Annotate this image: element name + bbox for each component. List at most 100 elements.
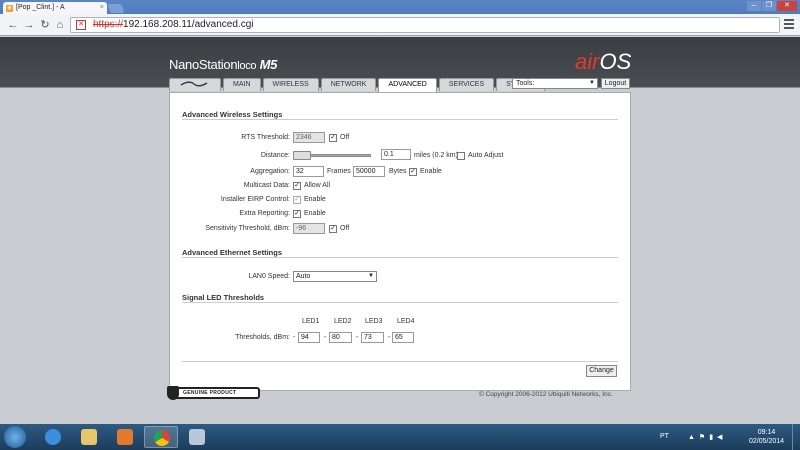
eirp-label: Installer EIRP Control:: [220, 196, 290, 203]
divider: [182, 257, 618, 258]
rts-input[interactable]: 2346: [293, 132, 325, 143]
language-indicator[interactable]: PT: [660, 433, 669, 440]
led2-header: LED2: [334, 318, 352, 325]
window-controls: – ❐ ✕: [747, 1, 797, 11]
tab-close-icon[interactable]: ×: [100, 4, 104, 11]
advanced-panel: Advanced Wireless Settings RTS Threshold…: [169, 92, 631, 391]
tab-title: [Pop _Clint.] - A: [16, 4, 65, 11]
chevron-down-icon: ▼: [368, 273, 374, 279]
divider: [182, 361, 618, 362]
eirp-checkbox[interactable]: ✓: [293, 196, 301, 204]
new-tab-button[interactable]: [107, 4, 125, 13]
chrome-icon[interactable]: [144, 426, 178, 448]
rss-icon: ◉: [6, 5, 13, 12]
menu-icon[interactable]: [784, 19, 794, 29]
led2-threshold-input[interactable]: 80: [329, 332, 352, 343]
ie-icon[interactable]: [36, 426, 70, 448]
change-button[interactable]: Change: [586, 365, 617, 377]
home-icon[interactable]: ⌂: [53, 18, 67, 32]
thresholds-label: Thresholds, dBm:: [235, 334, 290, 341]
address-path: 192.168.208.11/advanced.cgi: [123, 19, 254, 30]
multicast-value-label: Allow All: [304, 182, 331, 189]
extra-reporting-value-label: Enable: [304, 210, 326, 217]
led-section-title: Signal LED Thresholds: [182, 293, 265, 302]
paint-icon[interactable]: [180, 426, 214, 448]
aggregation-enable-checkbox[interactable]: ✓: [409, 168, 417, 176]
tray-icons[interactable]: ▲⚑▮◀: [688, 433, 726, 441]
distance-label: Distance:: [260, 152, 290, 159]
genuine-product-badge: GENUINE PRODUCT: [167, 386, 260, 400]
bytes-label: Bytes: [389, 168, 407, 175]
auto-adjust-label: Auto Adjust: [468, 152, 504, 159]
chevron-down-icon: ▼: [589, 80, 595, 86]
tab-advanced[interactable]: ADVANCED: [378, 78, 437, 92]
windows-taskbar: PT ▲⚑▮◀ 09:14 02/05/2014: [0, 424, 800, 450]
led4-threshold-input[interactable]: 65: [392, 332, 414, 343]
extra-reporting-label: Extra Reporting:: [239, 210, 290, 217]
extra-reporting-checkbox[interactable]: ✓: [293, 210, 301, 218]
auto-adjust-checkbox[interactable]: [457, 152, 465, 160]
led3-header: LED3: [365, 318, 383, 325]
tab-wireless[interactable]: WIRELESS: [262, 78, 319, 91]
led4-header: LED4: [397, 318, 415, 325]
start-button[interactable]: [4, 426, 26, 448]
frames-label: Frames: [327, 168, 351, 175]
address-scheme: https://: [93, 19, 124, 30]
tools-select[interactable]: Tools: ▼: [512, 78, 598, 89]
aggregation-label: Aggregation:: [250, 168, 290, 175]
sensitivity-off-checkbox[interactable]: ✓: [329, 225, 337, 233]
browser-tab[interactable]: ◉ [Pop _Clint.] - A ×: [3, 2, 107, 14]
device-brand: NanoStationloco M5: [169, 57, 278, 72]
logout-button[interactable]: Logout: [601, 78, 630, 89]
close-window-button[interactable]: ✕: [777, 1, 797, 11]
lan0-label: LAN0 Speed:: [248, 273, 290, 280]
multicast-checkbox[interactable]: ✓: [293, 182, 301, 190]
rts-off-checkbox[interactable]: ✓: [329, 134, 337, 142]
aggregation-enable-label: Enable: [420, 168, 442, 175]
rts-off-label: Off: [340, 134, 350, 141]
distance-unit: miles (0.2 km): [414, 152, 458, 159]
sensitivity-input[interactable]: -96: [293, 223, 325, 234]
copyright-text: © Copyright 2006-2012 Ubiquiti Networks,…: [479, 391, 613, 398]
tab-network[interactable]: NETWORK: [320, 78, 377, 91]
minus-sign: -: [324, 334, 327, 341]
media-player-icon[interactable]: [108, 426, 142, 448]
ubiquiti-logo-tab[interactable]: [169, 78, 221, 91]
distance-slider[interactable]: [293, 151, 371, 160]
sensitivity-off-label: Off: [340, 225, 350, 232]
shield-icon: [167, 386, 179, 400]
clock-date: 02/05/2014: [749, 438, 785, 445]
address-bar[interactable]: ✕ https://192.168.208.11/advanced.cgi: [70, 17, 780, 33]
clock[interactable]: 09:14 02/05/2014: [749, 428, 784, 446]
distance-input[interactable]: 0.1: [381, 149, 411, 160]
minus-sign: -: [356, 334, 359, 341]
sensitivity-label: Sensitivity Threshold, dBm:: [205, 225, 290, 232]
show-desktop-button[interactable]: [792, 424, 800, 450]
insecure-lock-icon[interactable]: ✕: [76, 20, 86, 30]
airos-logo: airOS: [575, 49, 632, 74]
minus-sign: -: [293, 334, 296, 341]
main-nav: MAIN WIRELESS NETWORK ADVANCED SERVICES …: [169, 78, 545, 92]
forward-icon[interactable]: →: [22, 18, 36, 32]
aggregation-bytes-input[interactable]: 50000: [353, 166, 385, 177]
reload-icon[interactable]: ↻: [38, 18, 52, 32]
lan0-speed-select[interactable]: Auto ▼: [293, 271, 377, 282]
explorer-icon[interactable]: [72, 426, 106, 448]
slider-handle[interactable]: [293, 151, 311, 160]
led1-header: LED1: [302, 318, 320, 325]
ethernet-section-title: Advanced Ethernet Settings: [182, 248, 283, 257]
tab-services[interactable]: SERVICES: [438, 78, 495, 91]
back-icon[interactable]: ←: [6, 18, 20, 32]
aggregation-frames-input[interactable]: 32: [293, 166, 324, 177]
maximize-button[interactable]: ❐: [762, 1, 776, 11]
clock-time: 09:14: [757, 429, 776, 436]
led1-threshold-input[interactable]: 94: [298, 332, 320, 343]
multicast-label: Multicast Data:: [243, 182, 290, 189]
led3-threshold-input[interactable]: 73: [361, 332, 384, 343]
divider: [182, 119, 618, 120]
tab-main[interactable]: MAIN: [223, 78, 261, 91]
divider: [182, 302, 618, 303]
browser-toolbar: ← → ↻ ⌂ ✕ https://192.168.208.11/advance…: [0, 14, 800, 36]
wireless-section-title: Advanced Wireless Settings: [182, 110, 283, 119]
minimize-button[interactable]: –: [747, 1, 761, 11]
